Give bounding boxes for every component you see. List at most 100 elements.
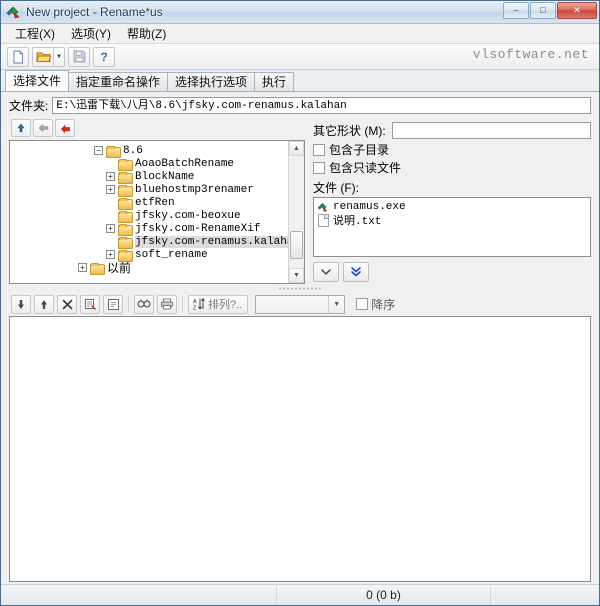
tree-node[interactable]: + BlockName (10, 170, 288, 184)
tree-node[interactable]: + soft_rename (10, 248, 288, 262)
chevron-down-icon[interactable]: ▼ (328, 295, 344, 313)
menu-bar: 工程(X) 选项(Y) 帮助(Z) (1, 24, 599, 44)
tree-node-label: etfRen (135, 196, 175, 209)
remove-button[interactable] (57, 294, 77, 314)
app-file-icon (316, 201, 329, 213)
include-readonly-checkbox[interactable] (313, 161, 325, 174)
expander-icon[interactable] (106, 211, 115, 220)
include-subfolders-row[interactable]: 包含子目录 (313, 141, 591, 158)
sort-field-combo[interactable]: ▼ (255, 294, 346, 314)
expander-icon[interactable]: + (78, 263, 87, 272)
menu-project[interactable]: 工程(X) (7, 24, 63, 43)
folder-tree-pane: − 8.6 AoaoBatchRename + BlockName + blue… (9, 118, 305, 284)
tab-strip: 选择文件 指定重命名操作 选择执行选项 执行 (1, 70, 599, 92)
find-button[interactable] (134, 294, 154, 314)
close-button[interactable]: ✕ (557, 2, 597, 19)
open-project-button[interactable] (32, 46, 54, 67)
tree-node-label: bluehostmp3renamer (135, 183, 254, 196)
tab-exec-options[interactable]: 选择执行选项 (167, 72, 256, 91)
descending-label: 降序 (371, 297, 396, 312)
help-button[interactable]: ? (93, 46, 115, 67)
expander-icon[interactable]: + (106, 224, 115, 233)
scroll-up-icon[interactable]: ▲ (289, 141, 304, 156)
expander-icon[interactable]: − (94, 146, 103, 155)
open-project-group: ▼ (32, 46, 65, 67)
upper-panes: − 8.6 AoaoBatchRename + BlockName + blue… (1, 118, 599, 284)
sort-button-label: 排列?.. (208, 299, 243, 311)
descending-checkbox[interactable] (356, 298, 369, 310)
scroll-thumb[interactable] (290, 231, 303, 259)
toolbar-separator (128, 296, 129, 312)
tab-rename-actions[interactable]: 指定重命名操作 (68, 72, 169, 91)
move-up-button[interactable] (34, 294, 54, 314)
scroll-down-icon[interactable]: ▼ (289, 268, 304, 283)
folder-icon (118, 210, 133, 223)
tree-node[interactable]: − 8.6 (10, 144, 288, 158)
tree-node[interactable]: + jfsky.com-RenameXif (10, 222, 288, 236)
save-project-button[interactable] (68, 46, 90, 67)
tree-node-label: jfsky.com-beoxue (135, 209, 241, 222)
mask-input[interactable] (391, 121, 591, 139)
sort-button[interactable]: A Z 排列?.. (188, 294, 249, 314)
file-name: 说明.txt (333, 215, 382, 228)
include-subfolders-checkbox[interactable] (313, 143, 325, 156)
file-options-pane: 其它形状 (M): 包含子目录 包含只读文件 文件 (F): renamus.e… (313, 118, 591, 284)
folder-path-input[interactable]: E:\迅雷下载\八月\8.6\jfsky.com-renamus.kalahan (52, 96, 591, 114)
tree-node-label: jfsky.com-renamus.kalahan (135, 235, 288, 248)
expander-icon[interactable] (106, 198, 115, 207)
text-file-icon (316, 213, 329, 227)
files-label: 文件 (F): (313, 181, 359, 195)
folder-icon (118, 236, 133, 249)
tab-execute[interactable]: 执行 (254, 72, 295, 91)
menu-options[interactable]: 选项(Y) (63, 24, 119, 43)
folder-icon (90, 262, 105, 275)
expander-icon[interactable]: + (106, 172, 115, 181)
tree-node-label: 8.6 (123, 144, 143, 157)
main-toolbar: ▼ ? vlsoftware.net (1, 44, 599, 70)
add-file-buttons (313, 260, 591, 284)
expander-icon[interactable] (106, 159, 115, 168)
tree-node-label: BlockName (135, 170, 195, 183)
go-home-button[interactable] (55, 119, 75, 137)
go-back-button[interactable] (33, 119, 53, 137)
file-list[interactable]: renamus.exe 说明.txt (313, 197, 591, 257)
descending-row[interactable]: 降序 (356, 296, 395, 313)
open-project-dropdown[interactable]: ▼ (54, 46, 65, 67)
tree-node[interactable]: AoaoBatchRename (10, 157, 288, 171)
tree-node[interactable]: etfRen (10, 196, 288, 210)
move-down-button[interactable] (11, 294, 31, 314)
selected-files-list[interactable] (9, 316, 591, 582)
print-button[interactable] (157, 294, 177, 314)
go-up-button[interactable] (11, 119, 31, 137)
new-project-button[interactable] (7, 46, 29, 67)
svg-text:Z: Z (193, 306, 197, 312)
clear-list-button[interactable] (80, 294, 100, 314)
add-selected-button[interactable] (313, 262, 339, 282)
folder-tree[interactable]: − 8.6 AoaoBatchRename + BlockName + blue… (9, 140, 305, 284)
file-list-item[interactable]: 说明.txt (316, 213, 590, 228)
tab-select-files[interactable]: 选择文件 (5, 70, 70, 91)
tree-node[interactable]: jfsky.com-beoxue (10, 209, 288, 223)
include-readonly-row[interactable]: 包含只读文件 (313, 159, 591, 176)
tree-scrollbar[interactable]: ▲ ▼ (288, 141, 304, 283)
expander-icon[interactable]: + (106, 185, 115, 194)
include-readonly-label: 包含只读文件 (329, 161, 402, 175)
maximize-button[interactable]: □ (530, 2, 556, 19)
edit-list-button[interactable] (103, 294, 123, 314)
sort-az-icon: A Z (192, 297, 205, 311)
tree-node[interactable]: + bluehostmp3renamer (10, 183, 288, 197)
folder-icon (118, 249, 133, 262)
toolbar-separator (182, 296, 183, 312)
expander-icon[interactable]: + (106, 250, 115, 259)
list-toolbar: A Z 排列?.. ▼ 降序 (9, 292, 591, 316)
pane-splitter[interactable] (1, 284, 599, 292)
add-all-button[interactable] (343, 262, 369, 282)
expander-icon[interactable] (106, 237, 115, 246)
tree-node-selected[interactable]: jfsky.com-renamus.kalahan (10, 235, 288, 249)
svg-text:A: A (193, 299, 197, 305)
tree-node[interactable]: + 以前 (10, 261, 288, 275)
svg-text:?: ? (100, 50, 107, 63)
client-area: 文件夹: E:\迅雷下载\八月\8.6\jfsky.com-renamus.ka… (1, 92, 599, 605)
menu-help[interactable]: 帮助(Z) (119, 24, 174, 43)
minimize-button[interactable]: – (503, 2, 529, 19)
